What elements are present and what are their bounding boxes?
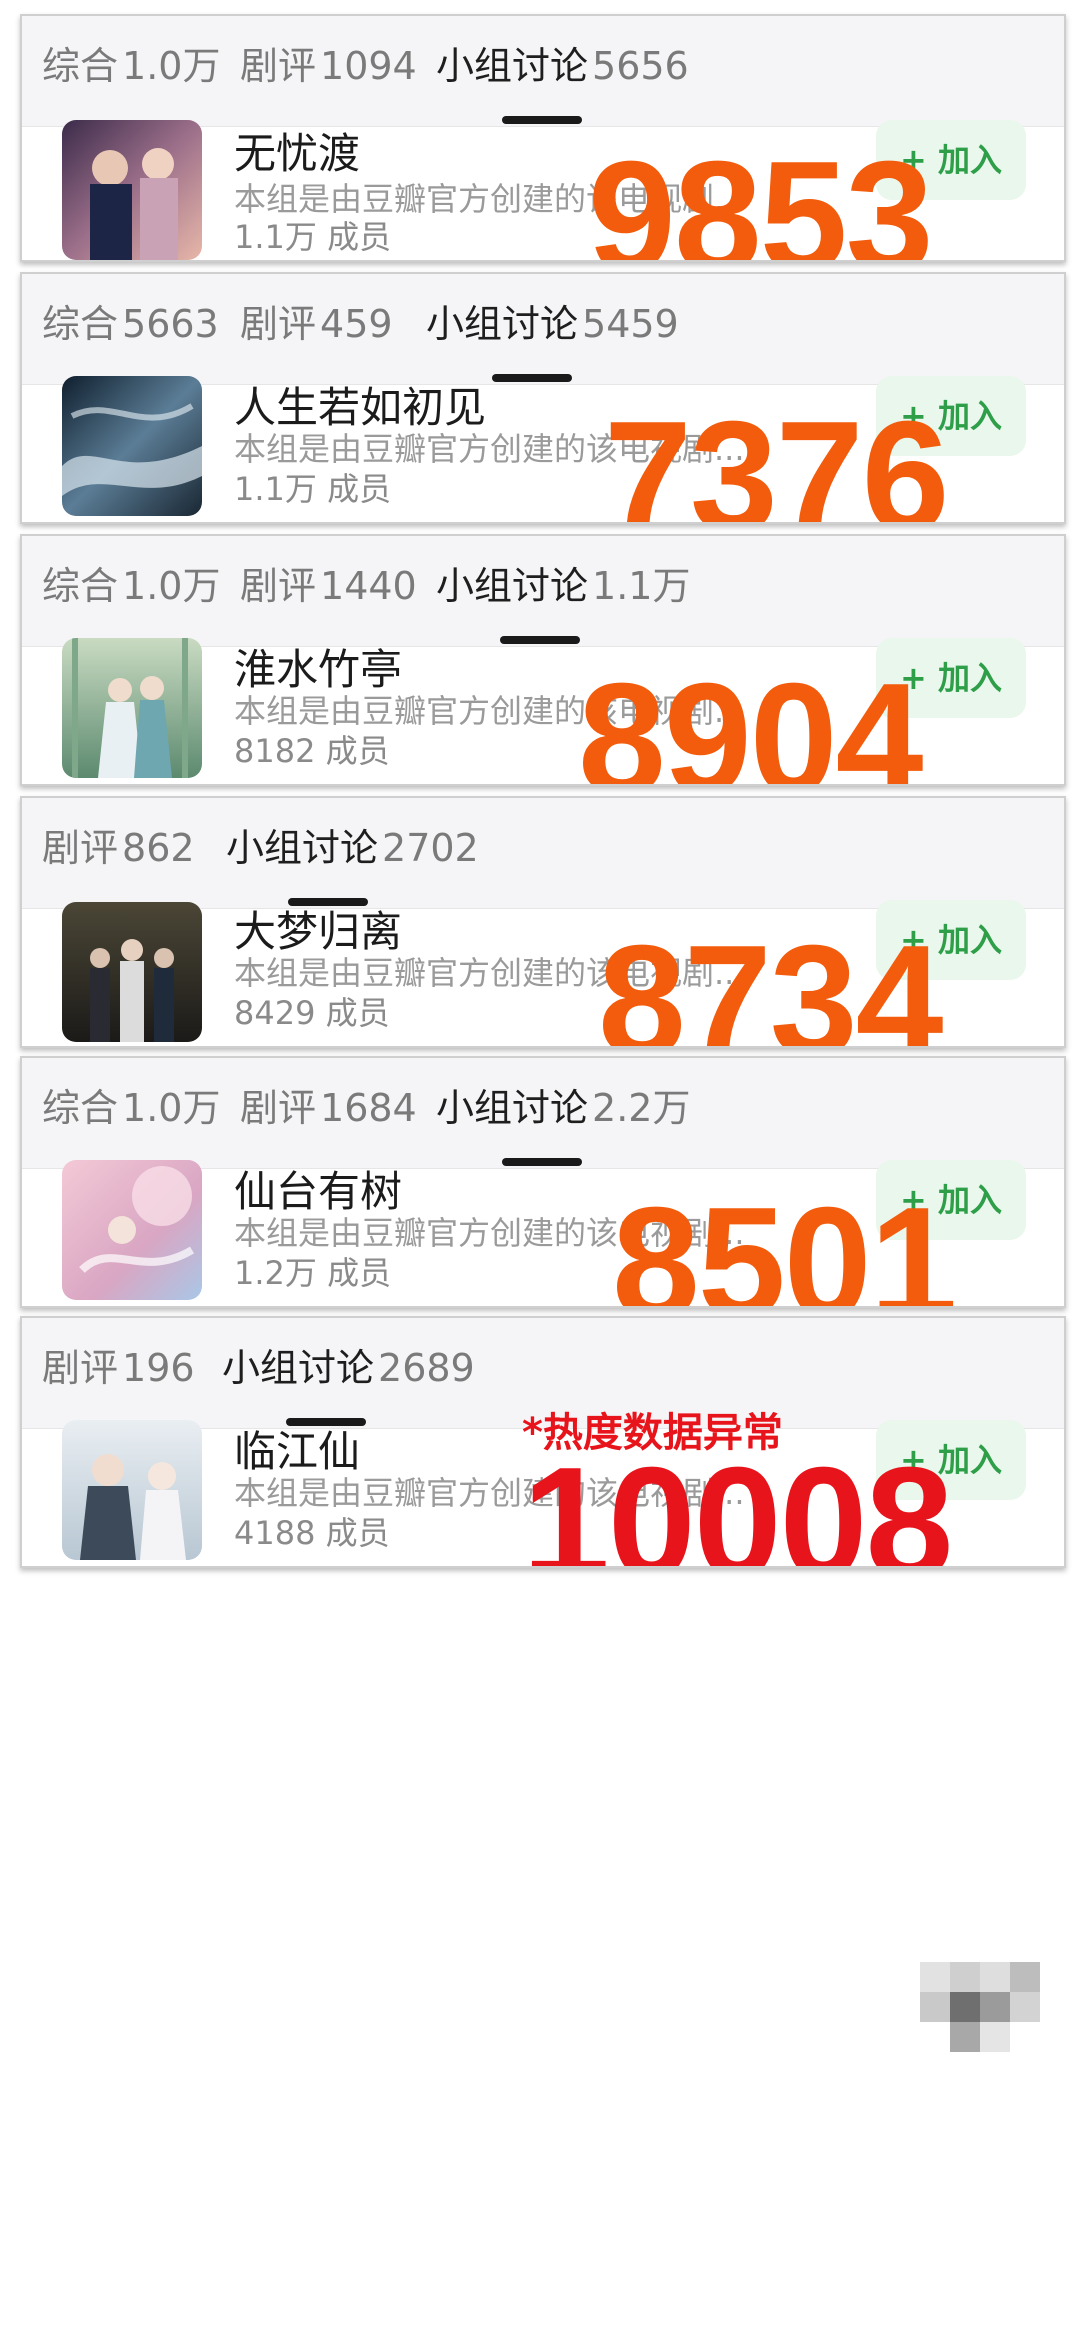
tab-count: 862 [122, 826, 195, 870]
tab-count: 5459 [582, 302, 679, 346]
group-name[interactable]: 无忧渡 [234, 120, 360, 181]
overlay-number: 8904 [578, 651, 923, 786]
tab-count: 1.0万 [122, 1086, 221, 1130]
active-tab-indicator [502, 1158, 582, 1166]
tab-reviews[interactable]: 剧评 1440 [240, 536, 417, 646]
tab-overall[interactable]: 综合 1.0万 [42, 1058, 220, 1168]
overlay-number: 8734 [598, 913, 943, 1048]
tab-overall[interactable]: 综合 1.0万 [42, 16, 220, 126]
tab-count: 1.1万 [592, 564, 691, 608]
tab-label: 小组讨论 [436, 564, 589, 608]
tab-reviews[interactable]: 剧评 1684 [240, 1058, 417, 1168]
tab-label: 小组讨论 [226, 826, 379, 870]
tab-reviews[interactable]: 剧评 459 [240, 274, 393, 384]
tab-group-discussion[interactable]: 小组讨论 1.1万 [436, 536, 690, 646]
tab-label: 小组讨论 [436, 1086, 589, 1130]
tab-count: 2689 [378, 1346, 475, 1390]
tab-label: 剧评 [42, 1346, 119, 1390]
tab-count: 5656 [592, 44, 689, 88]
group-card: 综合 5663 剧评 459 小组讨论 5459 人生若如初见 本组是由豆瓣官方创建的… [20, 272, 1066, 524]
tab-count: 1440 [320, 564, 417, 608]
pixelated-watermark [890, 1956, 1060, 2066]
tab-label: 剧评 [240, 564, 317, 608]
tab-count: 1.0万 [122, 564, 221, 608]
tab-bar: 综合 1.0万 剧评 1684 小组讨论 2.2万 [22, 1058, 1064, 1169]
tab-label: 综合 [42, 302, 119, 346]
active-tab-indicator [492, 374, 572, 382]
group-poster-image[interactable] [62, 1420, 202, 1560]
tab-reviews[interactable]: 剧评 196 [42, 1318, 195, 1428]
tab-bar: 综合 1.0万 剧评 1094 小组讨论 5656 [22, 16, 1064, 127]
member-count: 4188 成员 [234, 1514, 390, 1552]
overlay-number: 10008 [522, 1435, 953, 1568]
tab-group-discussion[interactable]: 小组讨论 5656 [436, 16, 689, 126]
tab-count: 1684 [320, 1086, 417, 1130]
member-count: 8182 成员 [234, 732, 390, 770]
group-card: 剧评 196 小组讨论 2689 临江仙 本组是由豆瓣官方创建的该电视剧... 41… [20, 1316, 1066, 1568]
group-poster-image[interactable] [62, 120, 202, 260]
tab-count: 2.2万 [592, 1086, 691, 1130]
active-tab-indicator [500, 636, 580, 644]
group-poster-image[interactable] [62, 638, 202, 778]
tab-count: 459 [320, 302, 393, 346]
overlay-number: 8501 [612, 1175, 957, 1308]
tab-label: 综合 [42, 564, 119, 608]
group-card: 综合 1.0万 剧评 1440 小组讨论 1.1万 淮水竹亭 本组是由豆瓣官方创建的该… [20, 534, 1066, 786]
tab-label: 剧评 [42, 826, 119, 870]
group-card: 综合 1.0万 剧评 1684 小组讨论 2.2万 仙台有树 本组是由豆瓣官方创建的该… [20, 1056, 1066, 1308]
tab-reviews[interactable]: 剧评 862 [42, 798, 195, 908]
tab-overall[interactable]: 综合 5663 [42, 274, 219, 384]
group-card: 剧评 862 小组讨论 2702 大梦归离 本组是由豆瓣官方创建的该电视剧... 8… [20, 796, 1066, 1048]
tab-label: 剧评 [240, 1086, 317, 1130]
tab-group-discussion[interactable]: 小组讨论 2689 [222, 1318, 475, 1428]
active-tab-indicator [502, 116, 582, 124]
tab-count: 1094 [320, 44, 417, 88]
tab-count: 1.0万 [122, 44, 221, 88]
member-count: 1.1万 成员 [234, 470, 392, 508]
tab-reviews[interactable]: 剧评 1094 [240, 16, 417, 126]
group-poster-image[interactable] [62, 902, 202, 1042]
tab-count: 2702 [382, 826, 479, 870]
tab-group-discussion[interactable]: 小组讨论 2702 [226, 798, 479, 908]
tab-group-discussion[interactable]: 小组讨论 5459 [426, 274, 679, 384]
tab-count: 5663 [122, 302, 219, 346]
tab-bar: 剧评 862 小组讨论 2702 [22, 798, 1064, 909]
tab-group-discussion[interactable]: 小组讨论 2.2万 [436, 1058, 690, 1168]
tab-label: 综合 [42, 44, 119, 88]
tab-count: 196 [122, 1346, 195, 1390]
tab-label: 剧评 [240, 302, 317, 346]
group-poster-image[interactable] [62, 1160, 202, 1300]
tab-label: 小组讨论 [436, 44, 589, 88]
tab-overall[interactable]: 综合 1.0万 [42, 536, 220, 646]
overlay-number: 9853 [588, 129, 933, 262]
tab-label: 小组讨论 [426, 302, 579, 346]
member-count: 8429 成员 [234, 994, 390, 1032]
group-poster-image[interactable] [62, 376, 202, 516]
tab-label: 小组讨论 [222, 1346, 375, 1390]
group-card: 综合 1.0万 剧评 1094 小组讨论 5656 无忧渡 本组是由豆瓣官方创建的该电… [20, 14, 1066, 262]
tab-label: 剧评 [240, 44, 317, 88]
overlay-number: 7376 [604, 389, 949, 524]
tab-bar: 综合 5663 剧评 459 小组讨论 5459 [22, 274, 1064, 385]
tab-bar: 综合 1.0万 剧评 1440 小组讨论 1.1万 [22, 536, 1064, 647]
member-count: 1.1万 成员 [234, 218, 392, 256]
tab-label: 综合 [42, 1086, 119, 1130]
member-count: 1.2万 成员 [234, 1254, 392, 1292]
